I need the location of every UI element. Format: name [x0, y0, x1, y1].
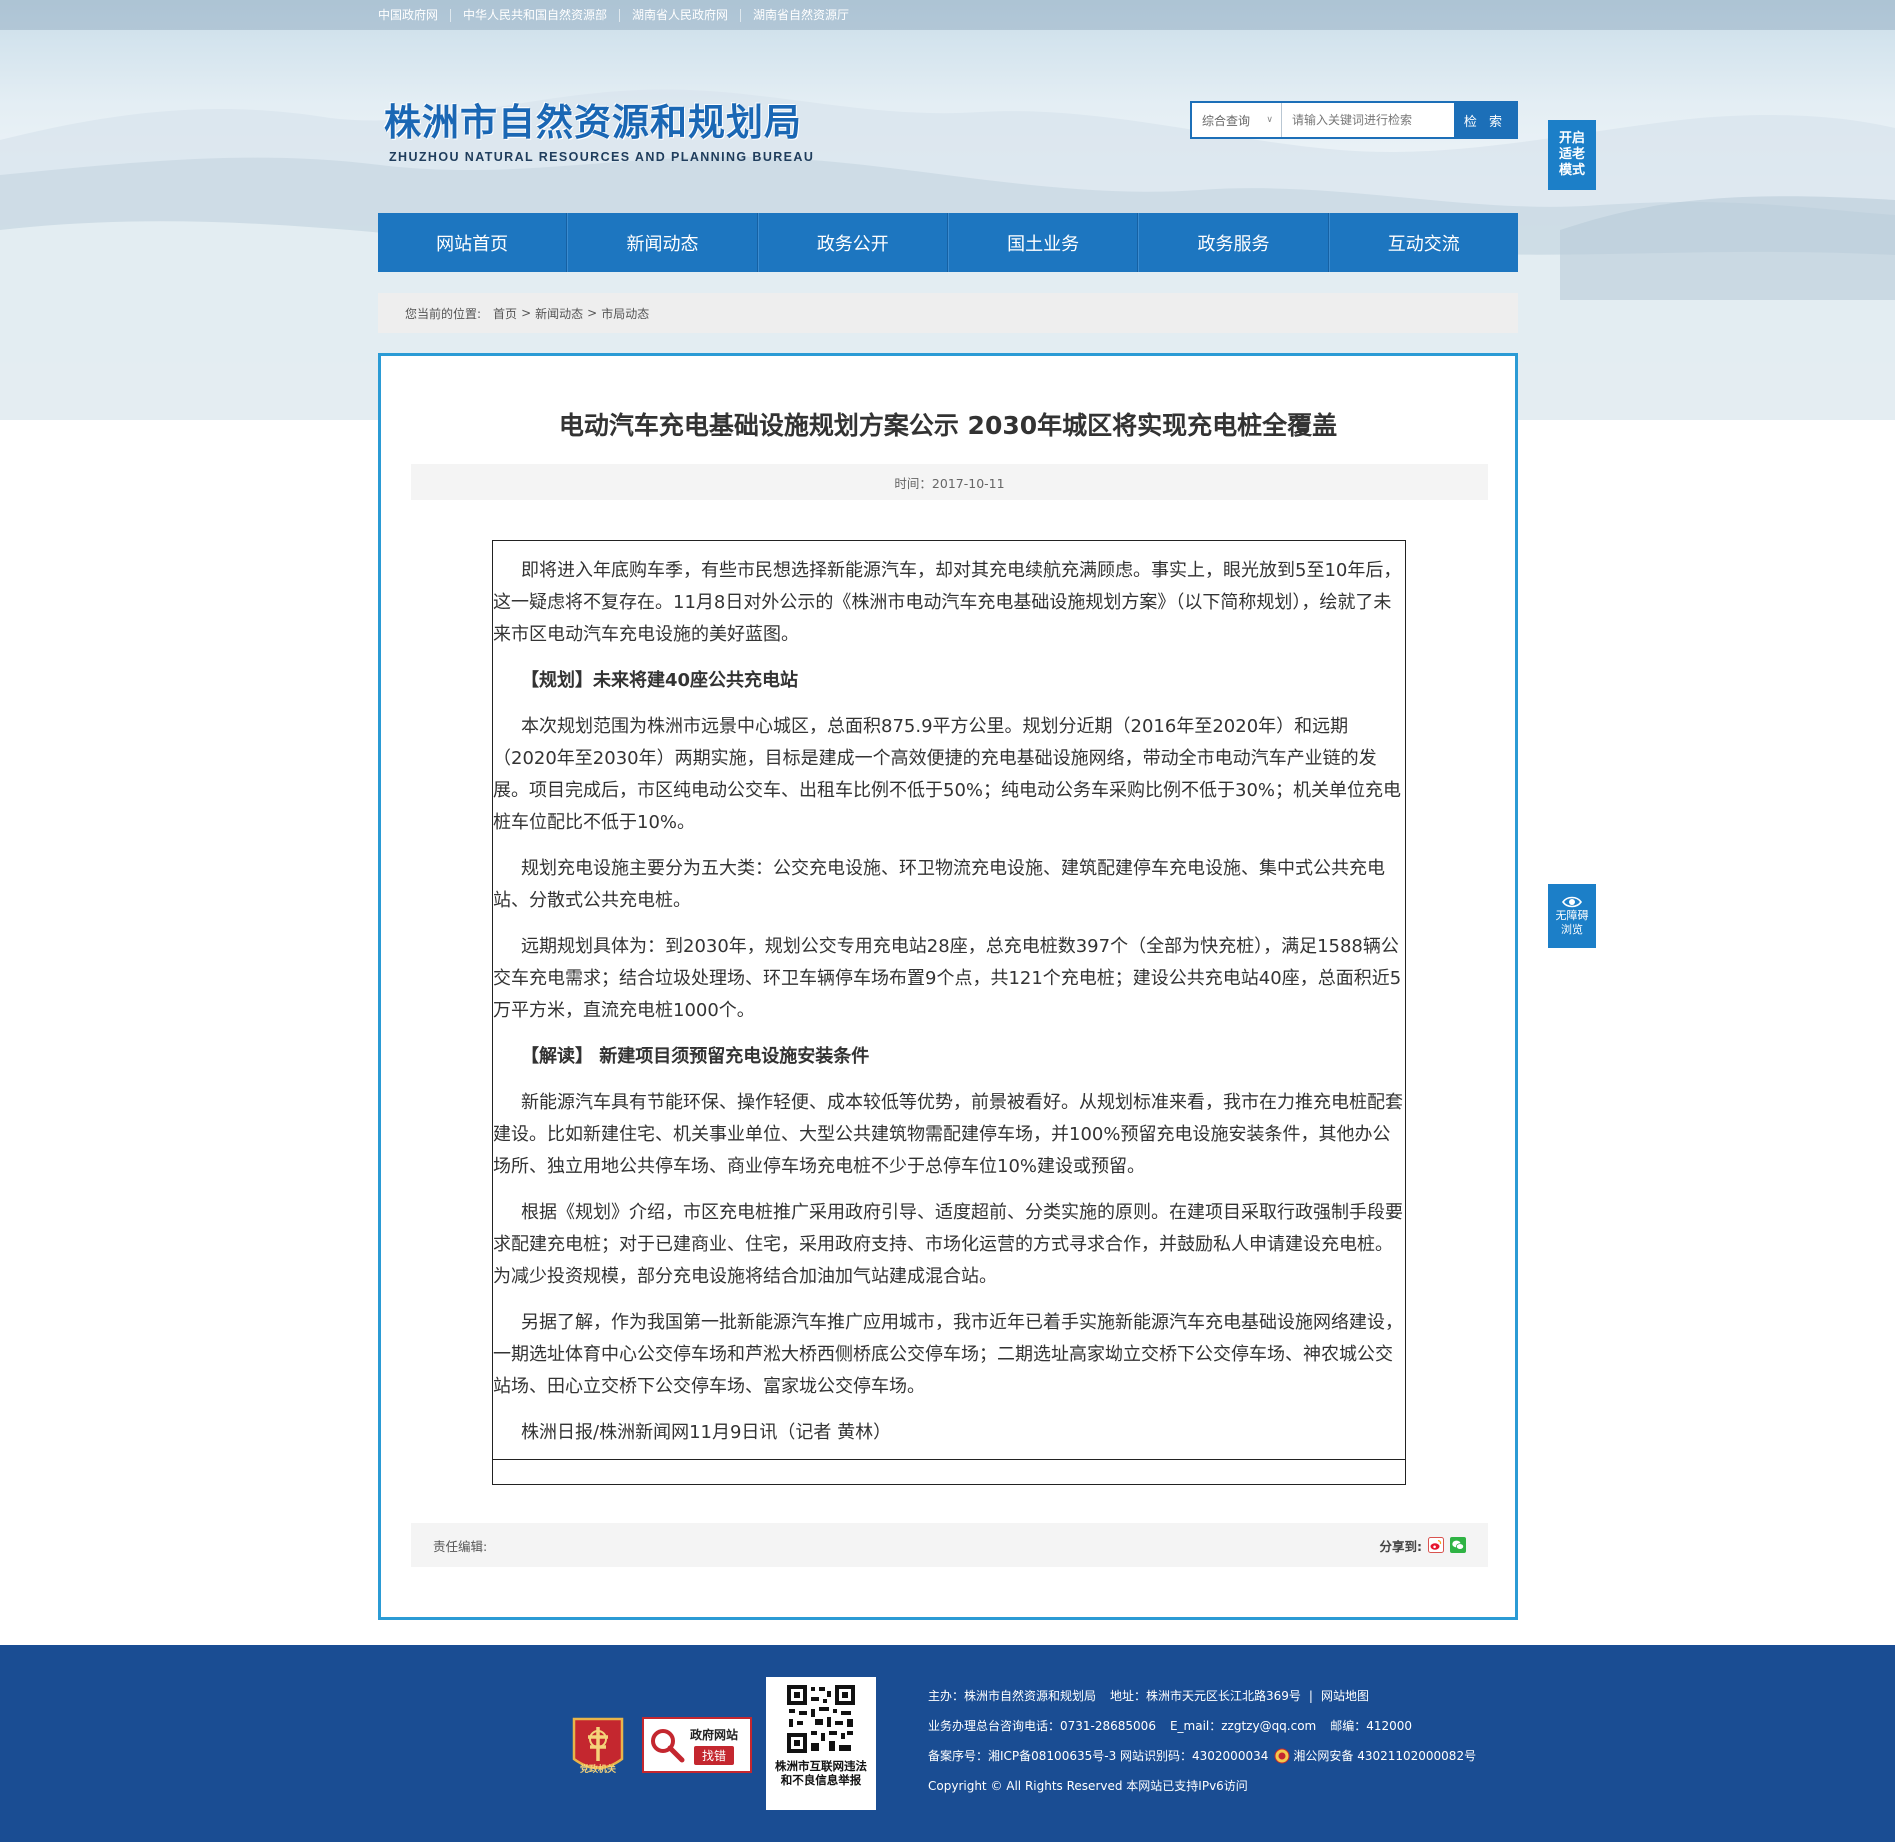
footer-zip: 邮编：412000 — [1330, 1719, 1413, 1733]
breadcrumb-separator: > — [521, 306, 532, 320]
gov-badge-title: 政府网站 — [690, 1727, 739, 1742]
top-link-hunan-gov[interactable]: 湖南省人民政府网 — [619, 8, 740, 22]
article-paragraph: 另据了解，作为我国第一批新能源汽车推广应用城市，我市近年已着手实施新能源汽车充电… — [493, 1312, 1403, 1397]
article-content: 即将进入年底购车季，有些市民想选择新能源汽车，却对其充电续航充满顾虑。事实上，眼… — [492, 540, 1406, 1485]
article-section-heading: 【解读】 新建项目须预留充电设施安装条件 — [521, 1046, 870, 1067]
top-links-bar: 中国政府网 中华人民共和国自然资源部 湖南省人民政府网 湖南省自然资源厅 — [0, 0, 1895, 30]
chevron-down-icon: ∨ — [1266, 115, 1273, 125]
article-paragraph: 规划充电设施主要分为五大类：公交充电设施、环卫物流充电设施、建筑配建停车充电设施… — [493, 858, 1385, 911]
article-paragraph: 株洲日报/株洲新闻网11月9日讯（记者 黄林） — [521, 1422, 892, 1443]
accessibility-label-2: 浏览 — [1561, 923, 1583, 936]
elderly-mode-button[interactable]: 开启 适老 模式 — [1548, 120, 1596, 190]
police-badge-icon — [1274, 1748, 1290, 1764]
nav-government-affairs[interactable]: 政务公开 — [757, 213, 948, 272]
eye-icon — [1562, 896, 1582, 908]
search-category-value: 综合查询 — [1202, 113, 1251, 128]
footer-police-record-link[interactable]: 湘公网安备 43021102000082号 — [1293, 1741, 1476, 1771]
search-category-select[interactable]: 综合查询 ∨ — [1192, 103, 1282, 137]
article-paragraph: 新能源汽车具有节能环保、操作轻便、成本较低等优势，前景被看好。从规划标准来看，我… — [493, 1092, 1403, 1177]
breadcrumb: 您当前的位置: 首页 > 新闻动态 > 市局动态 — [378, 293, 1518, 333]
article-paragraph: 即将进入年底购车季，有些市民想选择新能源汽车，却对其充电续航充满顾虑。事实上，眼… — [493, 560, 1402, 645]
nav-government-services[interactable]: 政务服务 — [1138, 213, 1329, 272]
qr-code-icon — [785, 1683, 857, 1755]
article-paragraph: 远期规划具体为：到2030年，规划公交专用充电站28座，总充电桩数397个（全部… — [493, 936, 1402, 1021]
top-link-gov[interactable]: 中国政府网 — [378, 8, 450, 22]
nav-news[interactable]: 新闻动态 — [567, 213, 758, 272]
elderly-mode-label-1: 开启 — [1558, 131, 1585, 146]
article-footer-bar: 责任编辑: 分享到: — [411, 1523, 1488, 1567]
wechat-icon[interactable] — [1450, 1537, 1466, 1553]
article-section-heading: 【规划】未来将建40座公共充电站 — [521, 670, 799, 691]
footer-phone: 业务办理总台咨询电话：0731-28685006 — [928, 1719, 1156, 1733]
footer-email: E_mail：zzgtzy@qq.com — [1169, 1719, 1317, 1733]
article-meta: 时间：2017-10-11 — [411, 464, 1488, 500]
report-qr-badge[interactable]: 株洲市互联网违法 和不良信息举报 — [766, 1677, 876, 1810]
main-nav: 网站首页 新闻动态 政务公开 国土业务 政务服务 互动交流 — [378, 213, 1518, 272]
footer-host: 主办：株洲市自然资源和规划局 — [928, 1689, 1097, 1703]
party-badge-label: 党政机关 — [579, 1765, 616, 1775]
share-group: 分享到: — [1379, 1536, 1466, 1555]
breadcrumb-separator: > — [587, 306, 598, 320]
logo-title-en: ZHUZHOU NATURAL RESOURCES AND PLANNING B… — [389, 150, 815, 164]
weibo-icon[interactable] — [1428, 1537, 1444, 1553]
article-container: 电动汽车充电基础设施规划方案公示 2030年城区将实现充电桩全覆盖 时间：201… — [378, 353, 1518, 1620]
footer-info: 主办：株洲市自然资源和规划局 地址：株洲市天元区长江北路369号 | 网站地图 … — [928, 1681, 1476, 1801]
search-input[interactable] — [1282, 103, 1454, 137]
qr-caption-line-1: 株洲市互联网违法 — [775, 1759, 867, 1773]
footer-address: 地址：株洲市天元区长江北路369号 — [1110, 1689, 1301, 1703]
magnifier-icon — [651, 1729, 685, 1763]
share-label: 分享到: — [1379, 1538, 1423, 1554]
gov-badge-action: 找错 — [694, 1745, 735, 1765]
content-divider — [493, 1459, 1405, 1460]
breadcrumb-prefix: 您当前的位置: — [405, 306, 482, 321]
breadcrumb-news[interactable]: 新闻动态 — [535, 305, 583, 322]
qr-caption-line-2: 和不良信息举报 — [780, 1773, 862, 1787]
gov-website-error-report-badge[interactable]: 政府网站 找错 — [642, 1717, 752, 1773]
elderly-mode-label-2: 适老 — [1558, 147, 1585, 162]
search-form: 综合查询 ∨ 检 索 — [1190, 101, 1518, 139]
nav-land-business[interactable]: 国土业务 — [947, 213, 1139, 272]
article-paragraph: 本次规划范围为株洲市远景中心城区，总面积875.9平方公里。规划分近期（2016… — [493, 716, 1402, 833]
site-logo[interactable]: 株洲市自然资源和规划局 ZHUZHOU NATURAL RESOURCES AN… — [384, 92, 814, 164]
site-footer: 党政机关 政府网站 找错 株洲市互联网违法 和不良信息举报 主办：株洲市自然资源… — [0, 1645, 1895, 1842]
top-link-hunan-resources[interactable]: 湖南省自然资源厅 — [740, 8, 861, 22]
footer-sitemap-link[interactable]: 网站地图 — [1321, 1681, 1369, 1711]
article-title: 电动汽车充电基础设施规划方案公示 2030年城区将实现充电桩全覆盖 — [558, 411, 1338, 440]
footer-icp: 备案序号：湘ICP备08100635号-3 网站识别码：4302000034 — [928, 1749, 1269, 1763]
party-government-badge[interactable]: 党政机关 — [570, 1715, 626, 1779]
breadcrumb-bureau-news[interactable]: 市局动态 — [601, 305, 649, 322]
article-body: 即将进入年底购车季，有些市民想选择新能源汽车，却对其充电续航充满顾虑。事实上，眼… — [493, 541, 1405, 1449]
article-time: 时间：2017-10-11 — [894, 475, 1005, 491]
nav-home[interactable]: 网站首页 — [378, 213, 568, 272]
accessibility-button[interactable]: 无障碍 浏览 — [1548, 884, 1596, 948]
nav-interaction[interactable]: 互动交流 — [1328, 213, 1518, 272]
breadcrumb-home[interactable]: 首页 — [493, 305, 517, 322]
search-button[interactable]: 检 索 — [1454, 103, 1516, 137]
top-link-ministry[interactable]: 中华人民共和国自然资源部 — [450, 8, 619, 22]
article-paragraph: 根据《规划》介绍，市区充电桩推广采用政府引导、适度超前、分类实施的原则。在建项目… — [493, 1202, 1403, 1287]
accessibility-label-1: 无障碍 — [1555, 909, 1589, 922]
footer-copyright: Copyright © All Rights Reserved 本网站已支持IP… — [928, 1779, 1248, 1793]
article-editor: 责任编辑: — [433, 1538, 488, 1554]
logo-title-cn: 株洲市自然资源和规划局 — [384, 101, 802, 144]
elderly-mode-label-3: 模式 — [1558, 163, 1585, 178]
